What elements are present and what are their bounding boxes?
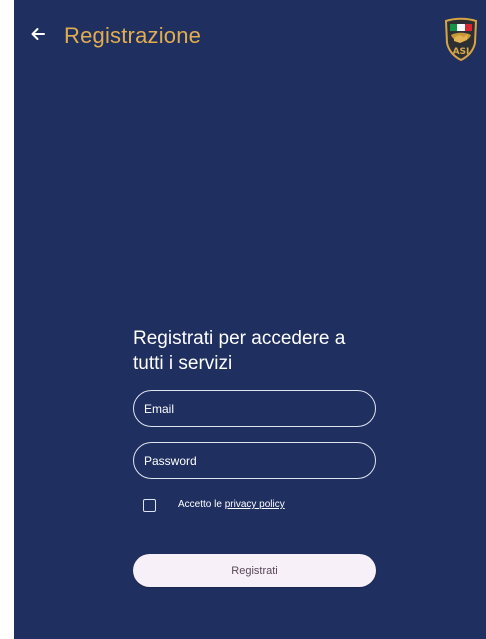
registration-heading: Registrati per accedere a tutti i serviz… — [133, 328, 346, 374]
arrow-left-icon — [29, 25, 47, 48]
app-bar: Registrazione ASI — [14, 0, 486, 72]
email-field[interactable] — [133, 390, 376, 427]
registration-form: Registrati per accedere a tutti i serviz… — [133, 326, 378, 587]
privacy-consent-text: Accetto le privacy policy — [178, 498, 285, 512]
asi-shield-logo: ASI — [442, 16, 480, 62]
svg-text:ASI: ASI — [453, 47, 470, 57]
privacy-checkbox[interactable] — [143, 498, 156, 512]
privacy-policy-link[interactable]: privacy policy — [225, 499, 285, 510]
privacy-consent-row: Accetto le privacy policy — [143, 496, 363, 514]
password-field[interactable] — [133, 442, 376, 479]
privacy-prefix-text: Accetto le — [178, 499, 222, 510]
registration-screen: Registrazione ASI Registrati per acceder… — [14, 0, 486, 639]
back-button[interactable] — [24, 22, 52, 50]
register-button[interactable]: Registrati — [133, 554, 376, 587]
page-title: Registrazione — [64, 23, 202, 48]
